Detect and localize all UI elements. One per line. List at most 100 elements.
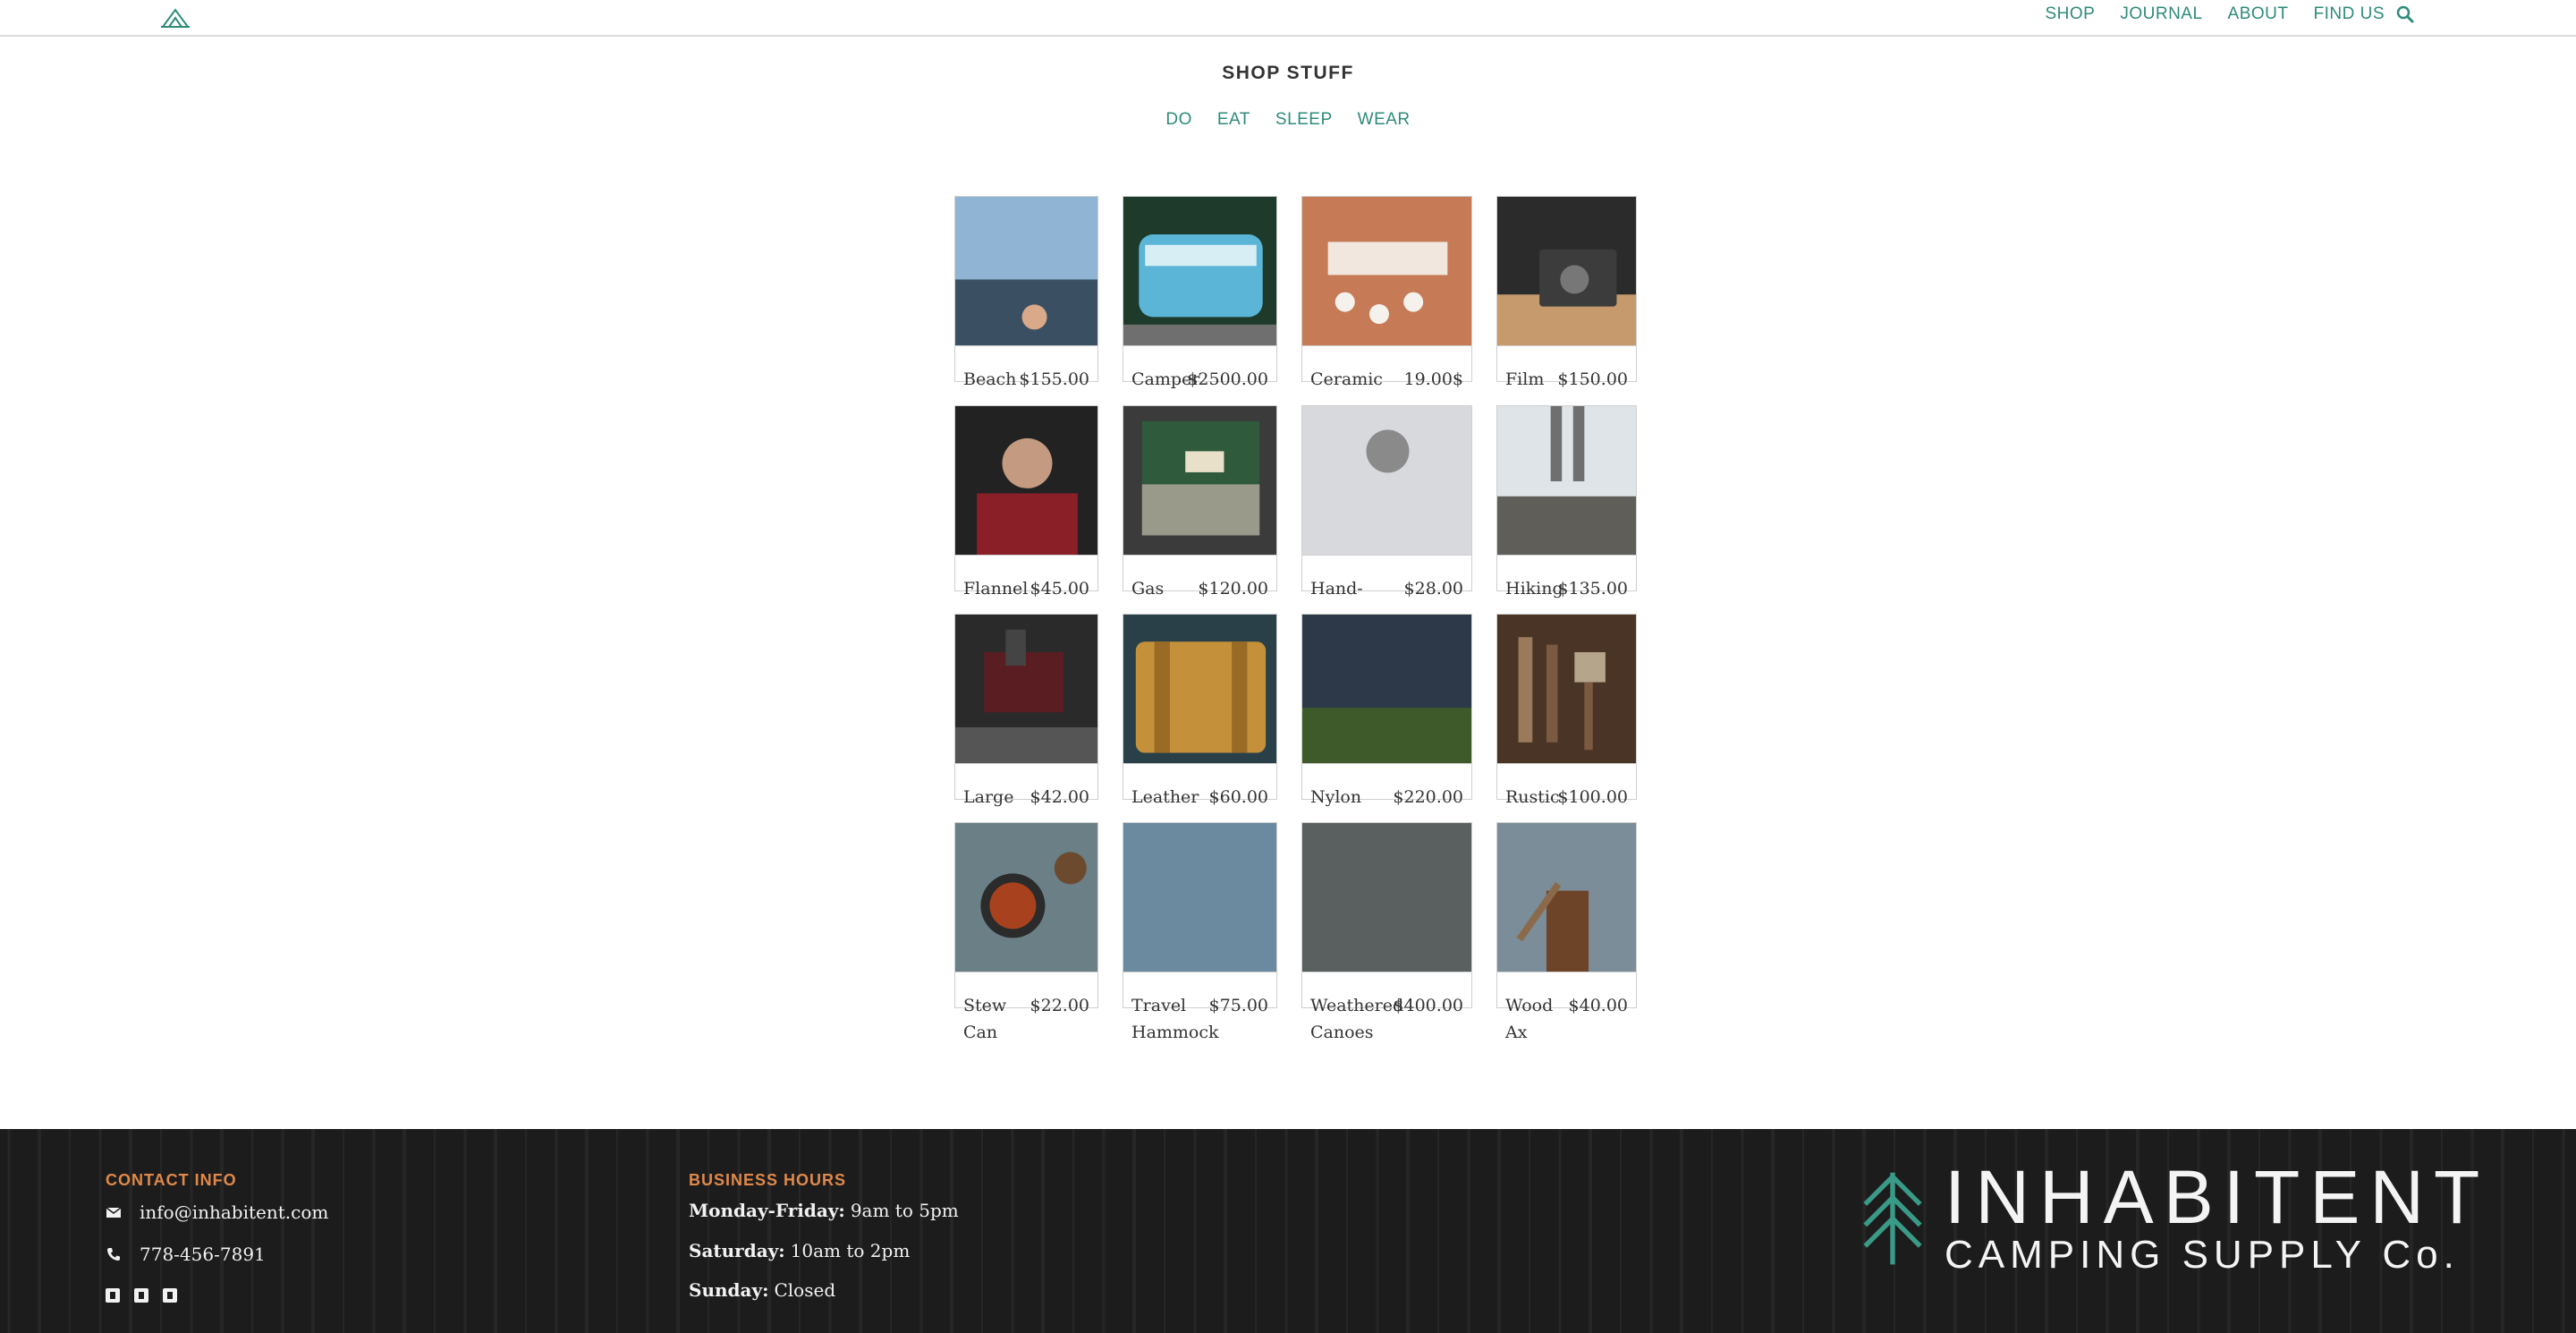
nav-shop-link[interactable]: SHOP — [2046, 4, 2096, 24]
product-image[interactable] — [1123, 196, 1277, 346]
product-name[interactable]: Leather Satchel — [1131, 784, 1217, 816]
product-meta: Flannel Shirt$45.00 — [963, 575, 1089, 607]
product-price: $100.00 — [1557, 787, 1628, 807]
hours-row-saturday: Saturday: 10am to 2pm — [689, 1240, 910, 1261]
twitter-icon[interactable] — [134, 1288, 148, 1303]
product-price: $28.00 — [1403, 579, 1463, 599]
product-image[interactable] — [1496, 614, 1637, 764]
product-meta: Beach Tent$155.00 — [963, 366, 1089, 398]
envelope-icon — [106, 1207, 122, 1218]
product-price: $150.00 — [1557, 369, 1628, 389]
product-card[interactable]: Hand-Knit Toque $28.00 — [1301, 405, 1472, 611]
product-image[interactable] — [954, 405, 1098, 556]
product-price: $22.00 — [1030, 996, 1089, 1015]
product-name[interactable]: Stew Can — [963, 992, 1033, 1046]
hours-day: Monday-Friday: — [689, 1200, 845, 1221]
product-image[interactable] — [1301, 196, 1472, 346]
page-title: SHOP STUFF — [1222, 63, 1354, 83]
product-card[interactable]: Beach Tent$155.00 — [954, 196, 1098, 402]
product-image[interactable] — [954, 822, 1098, 972]
nav-about-link[interactable]: ABOUT — [2228, 4, 2289, 24]
contact-email-row: info@inhabitent.com — [106, 1201, 328, 1223]
product-card[interactable]: Wood Ax $40.00 — [1496, 822, 1637, 1046]
product-meta: Gas Stove$120.00 — [1131, 575, 1268, 607]
category-eat-link[interactable]: EAT — [1217, 110, 1250, 130]
hours-row-weekdays: Monday-Friday: 9am to 5pm — [689, 1200, 959, 1221]
tent-logo-icon[interactable] — [161, 7, 190, 29]
product-meta: Leather Satchel$60.00 — [1131, 784, 1268, 816]
product-name[interactable]: Travel Hammock — [1131, 992, 1219, 1046]
product-image[interactable] — [1123, 614, 1277, 764]
product-price: 19.00$ — [1403, 369, 1463, 389]
product-card[interactable]: Weathered Canoes $400.00 — [1301, 822, 1472, 1046]
product-name[interactable]: Large Thermos — [963, 784, 1038, 816]
product-meta: Ceramic Mugs 19.00$ — [1310, 366, 1463, 398]
product-image[interactable] — [1496, 196, 1637, 346]
hours-day: Saturday: — [689, 1240, 785, 1261]
product-image[interactable] — [1301, 405, 1472, 556]
product-price: $400.00 — [1393, 996, 1463, 1015]
nav-find-us-link[interactable]: FIND US — [2314, 4, 2385, 24]
tree-logo-icon — [1863, 1172, 1922, 1265]
google-plus-icon[interactable] — [163, 1288, 177, 1303]
product-card[interactable]: Film Camera$150.00 — [1496, 196, 1637, 402]
social-links — [106, 1288, 177, 1303]
product-image[interactable] — [1123, 405, 1277, 556]
facebook-icon[interactable] — [106, 1288, 120, 1303]
product-meta: Stew Can $22.00 — [963, 992, 1089, 1055]
product-name[interactable]: Ceramic Mugs — [1310, 366, 1396, 398]
product-name[interactable]: Weathered Canoes — [1310, 992, 1403, 1046]
product-name[interactable]: Wood Ax — [1505, 992, 1575, 1046]
contact-email-link[interactable]: info@inhabitent.com — [140, 1201, 328, 1223]
product-image[interactable] — [1301, 822, 1472, 972]
product-price: $135.00 — [1557, 579, 1628, 599]
product-name[interactable]: Nylon Tent — [1310, 784, 1396, 816]
product-price: $75.00 — [1208, 996, 1268, 1015]
contact-phone: 778-456-7891 — [140, 1244, 266, 1265]
product-name[interactable]: Flannel Shirt — [963, 575, 1033, 607]
product-image[interactable] — [954, 614, 1098, 764]
product-card[interactable]: Ceramic Mugs 19.00$ — [1301, 196, 1472, 402]
product-image[interactable] — [1496, 822, 1637, 972]
product-card[interactable]: Travel Hammock $75.00 — [1123, 822, 1277, 1046]
footer-brand-logo[interactable]: INHABITENT CAMPING SUPPLY Co. — [1860, 1155, 2479, 1277]
product-price: $60.00 — [1208, 787, 1268, 807]
product-image[interactable] — [1123, 822, 1277, 972]
product-card[interactable]: Flannel Shirt$45.00 — [954, 405, 1098, 611]
product-price: $42.00 — [1030, 787, 1089, 807]
product-card[interactable]: Stew Can $22.00 — [954, 822, 1098, 1046]
hours-row-sunday: Sunday: Closed — [689, 1279, 835, 1301]
product-meta: Film Camera$150.00 — [1505, 366, 1628, 398]
product-card[interactable]: Gas Stove$120.00 — [1123, 405, 1277, 611]
product-card[interactable]: Nylon Tent$220.00 — [1301, 614, 1472, 819]
hours-time: Closed — [774, 1279, 836, 1301]
phone-icon — [107, 1248, 120, 1261]
product-meta: Rustic Tools$100.00 — [1505, 784, 1628, 816]
product-image[interactable] — [954, 196, 1098, 346]
product-card[interactable]: Hiking Boots$135.00 — [1496, 405, 1637, 611]
category-sleep-link[interactable]: SLEEP — [1275, 110, 1333, 130]
product-image[interactable] — [1301, 614, 1472, 764]
category-wear-link[interactable]: WEAR — [1358, 110, 1411, 130]
product-meta: Travel Hammock $75.00 — [1131, 992, 1268, 1055]
nav-journal-link[interactable]: JOURNAL — [2120, 4, 2202, 24]
search-icon[interactable] — [2395, 4, 2415, 24]
product-price: $40.00 — [1568, 996, 1628, 1015]
product-card[interactable]: Camper Van$2500.00 — [1123, 196, 1277, 402]
product-card[interactable]: Rustic Tools$100.00 — [1496, 614, 1637, 819]
product-card[interactable]: Leather Satchel$60.00 — [1123, 614, 1277, 819]
hours-time: 10am to 2pm — [790, 1240, 911, 1261]
product-image[interactable] — [1496, 405, 1637, 556]
product-meta: Nylon Tent$220.00 — [1310, 784, 1463, 816]
product-name[interactable]: Hand-Knit Toque — [1310, 575, 1396, 607]
product-price: $2500.00 — [1187, 369, 1268, 389]
product-price: $220.00 — [1393, 787, 1463, 807]
product-meta: Hiking Boots$135.00 — [1505, 575, 1628, 607]
category-do-link[interactable]: DO — [1165, 110, 1192, 130]
product-meta: Weathered Canoes $400.00 — [1310, 992, 1463, 1055]
contact-heading: CONTACT INFO — [106, 1171, 237, 1189]
product-card[interactable]: Large Thermos$42.00 — [954, 614, 1098, 819]
product-price: $45.00 — [1030, 579, 1089, 599]
brand-tagline: CAMPING SUPPLY Co. — [1945, 1233, 2460, 1277]
product-price: $120.00 — [1198, 579, 1268, 599]
